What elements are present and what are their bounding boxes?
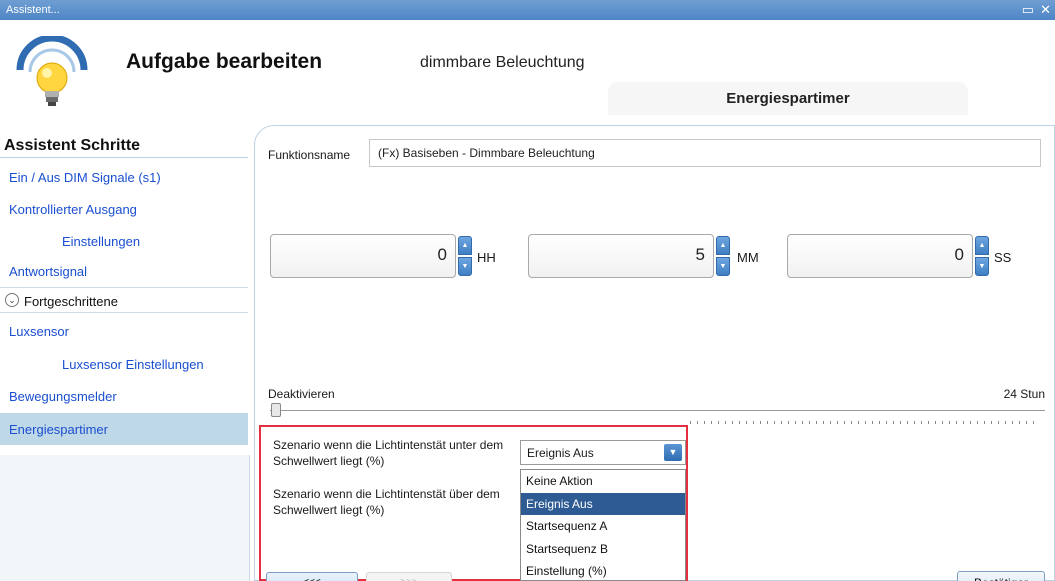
- sidebar-item-antwortsignal[interactable]: Antwortsignal: [0, 258, 248, 284]
- arrow-up-icon[interactable]: ▲: [975, 236, 989, 255]
- seconds-field[interactable]: 0: [787, 234, 973, 278]
- window-title: Assistent...: [6, 4, 60, 16]
- sidebar-group-fortgeschrittene[interactable]: ⌄ Fortgeschrittene: [0, 287, 248, 313]
- arrow-up-icon[interactable]: ▲: [458, 236, 472, 255]
- sidebar-item-luxsensor[interactable]: Luxsensor: [0, 318, 248, 344]
- arrow-up-icon[interactable]: ▲: [716, 236, 730, 255]
- arrow-down-icon[interactable]: ▼: [458, 257, 472, 276]
- dropdown-option[interactable]: Startsequenz B: [521, 538, 685, 561]
- slider-max-label: 24 Stun: [1003, 387, 1045, 401]
- scenario-dropdown-list: Keine Aktion Ereignis Aus Startsequenz A…: [520, 469, 686, 581]
- sidebar-group-label: Fortgeschrittene: [24, 294, 118, 309]
- minutes-stepper[interactable]: ▲ ▼: [716, 236, 730, 276]
- confirm-button[interactable]: Bestätiger: [957, 571, 1045, 581]
- sidebar-item-energiespartimer[interactable]: Energiespartimer: [0, 413, 248, 445]
- hours-unit: HH: [477, 250, 496, 265]
- scenario-select[interactable]: Ereignis Aus ▼: [520, 440, 686, 465]
- function-name-input[interactable]: (Fx) Basiseben - Dimmbare Beleuchtung: [369, 139, 1041, 167]
- sidebar-item-ein-aus-dim[interactable]: Ein / Aus DIM Signale (s1): [0, 164, 248, 190]
- sidebar-item-label: Energiespartimer: [9, 422, 108, 437]
- divider: [0, 157, 248, 158]
- sidebar-item-bewegungsmelder[interactable]: Bewegungsmelder: [0, 383, 248, 409]
- dropdown-option[interactable]: Einstellung (%): [521, 560, 685, 581]
- minutes-field[interactable]: 5: [528, 234, 714, 278]
- function-name-label: Funktionsname: [268, 148, 351, 162]
- hours-field[interactable]: 0: [270, 234, 456, 278]
- page-title: Aufgabe bearbeiten: [126, 50, 323, 73]
- seconds-value: 0: [954, 245, 964, 264]
- arrow-down-icon[interactable]: ▼: [716, 257, 730, 276]
- close-icon[interactable]: ✕: [1040, 2, 1051, 18]
- scenario-above-label: Szenario wenn die Lichtintenstät über de…: [273, 487, 500, 517]
- lightbulb-icon: [16, 36, 88, 106]
- hours-value: 0: [437, 245, 447, 264]
- next-button[interactable]: >>>: [366, 572, 452, 581]
- arrow-down-icon[interactable]: ▼: [975, 257, 989, 276]
- sidebar: Assistent Schritte Ein / Aus DIM Signale…: [0, 115, 250, 581]
- sidebar-heading: Assistent Schritte: [4, 137, 141, 154]
- sidebar-item-label: Luxsensor: [9, 324, 69, 339]
- window-titlebar: Assistent... ▭ ✕: [0, 0, 1055, 20]
- hours-stepper[interactable]: ▲ ▼: [458, 236, 472, 276]
- chevron-down-icon[interactable]: ▼: [664, 444, 682, 461]
- dropdown-option[interactable]: Startsequenz A: [521, 515, 685, 538]
- slider-min-label: Deaktivieren: [268, 387, 335, 401]
- sidebar-item-kontrollierter-ausgang[interactable]: Kontrollierter Ausgang: [0, 196, 248, 222]
- maximize-icon[interactable]: ▭: [1022, 2, 1034, 18]
- back-button[interactable]: <<<: [266, 572, 358, 581]
- timer-slider-thumb[interactable]: [271, 403, 281, 417]
- timer-slider-track[interactable]: [270, 410, 1045, 411]
- sidebar-item-label: Luxsensor Einstellungen: [62, 357, 204, 372]
- minutes-unit: MM: [737, 250, 759, 265]
- scenario-select-value: Ereignis Aus: [527, 446, 594, 460]
- minutes-value: 5: [695, 245, 705, 264]
- tab-energiespartimer[interactable]: Energiespartimer: [608, 82, 968, 115]
- sidebar-item-label: Ein / Aus DIM Signale (s1): [9, 170, 161, 185]
- chevron-down-icon[interactable]: ⌄: [5, 293, 19, 307]
- seconds-unit: SS: [994, 250, 1012, 265]
- scenario-below-label: Szenario wenn die Lichtintenstät unter d…: [273, 438, 504, 468]
- sidebar-footer: [0, 455, 250, 581]
- sidebar-item-label: Bewegungsmelder: [9, 389, 117, 404]
- page-subtitle: dimmbare Beleuchtung: [420, 54, 585, 71]
- dropdown-option-selected[interactable]: Ereignis Aus: [521, 492, 685, 515]
- sidebar-item-label: Einstellungen: [62, 234, 141, 249]
- sidebar-item-label: Kontrollierter Ausgang: [9, 202, 137, 217]
- sidebar-item-luxsensor-einstellungen[interactable]: Luxsensor Einstellungen: [0, 351, 248, 377]
- slider-ticks: [690, 421, 1040, 424]
- sidebar-item-label: Antwortsignal: [9, 264, 88, 279]
- seconds-stepper[interactable]: ▲ ▼: [975, 236, 989, 276]
- dropdown-option[interactable]: Keine Aktion: [521, 470, 685, 493]
- sidebar-item-einstellungen[interactable]: Einstellungen: [0, 228, 248, 254]
